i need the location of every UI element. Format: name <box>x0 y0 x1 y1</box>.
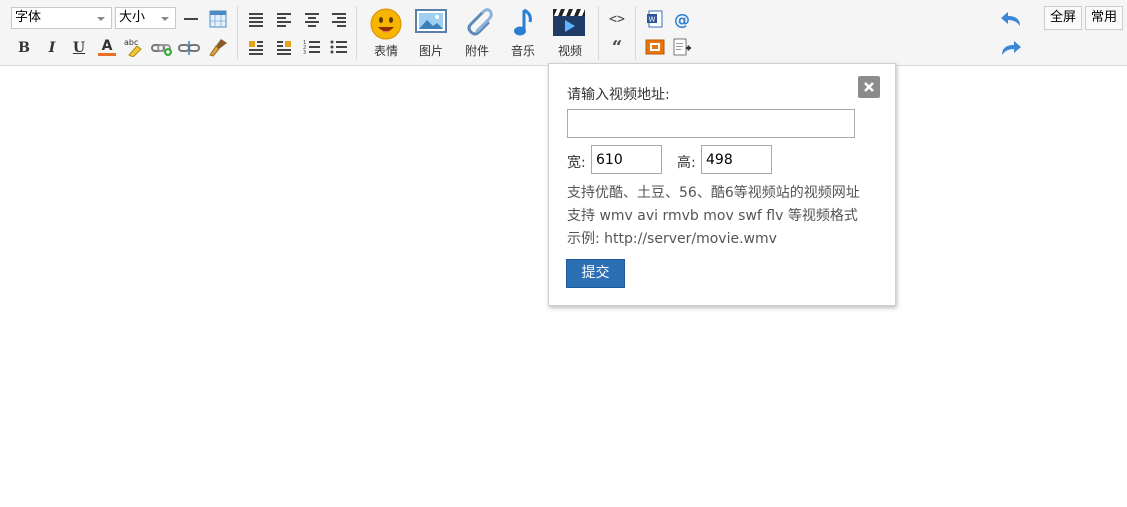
emoticon-button[interactable]: 表情 <box>364 6 408 60</box>
blockquote-button[interactable]: “ <box>606 36 628 58</box>
paste-word-button[interactable]: W <box>644 8 666 30</box>
align-center-icon <box>305 13 319 27</box>
unordered-list-icon <box>330 40 347 54</box>
align-left-button[interactable] <box>273 8 295 30</box>
video-url-prompt: 请输入视频地址: <box>567 87 670 103</box>
example-url-text: 示例: http://server/movie.wmv <box>567 231 777 247</box>
music-note-icon <box>514 8 532 36</box>
font-family-value: 字体 <box>15 10 42 25</box>
width-input[interactable] <box>591 145 662 174</box>
toolbar-separator <box>598 6 599 60</box>
clear-format-button[interactable] <box>207 36 229 58</box>
unlink-icon <box>178 41 200 55</box>
toolbar-separator <box>635 6 636 60</box>
align-right-button[interactable] <box>328 8 350 30</box>
add-page-icon <box>673 38 691 56</box>
mention-button[interactable]: @ <box>671 8 693 30</box>
flash-icon <box>645 39 665 55</box>
font-size-select[interactable]: 大小 <box>115 7 176 29</box>
redo-icon <box>1002 41 1021 55</box>
quote-icon: “ <box>611 36 623 58</box>
supported-sites-text: 支持优酷、土豆、56、酷6等视频站的视频网址 <box>567 185 860 201</box>
align-justify-button[interactable] <box>245 8 267 30</box>
table-button[interactable] <box>207 8 229 30</box>
align-right-icon <box>332 13 346 27</box>
ordered-list-button[interactable]: 123 <box>301 36 323 58</box>
music-label: 音乐 <box>510 44 535 58</box>
chevron-down-icon <box>97 17 105 21</box>
font-color-button[interactable]: A <box>96 36 118 58</box>
underline-button[interactable]: U <box>68 37 90 59</box>
height-label: 高: <box>677 155 696 171</box>
table-icon <box>209 10 227 28</box>
highlight-button[interactable]: abc <box>123 36 145 58</box>
music-button[interactable]: 音乐 <box>501 6 545 60</box>
editor-toolbar: 字体 大小 B I U A abc 1 2 3 表情 图片 附件 音乐 视频 <… <box>0 0 1127 66</box>
float-right-button[interactable] <box>273 36 295 58</box>
underline-icon: U <box>72 40 86 56</box>
highlight-marker-icon: abc <box>124 38 142 57</box>
insert-video-dialog: 请输入视频地址: 宽: 高: 支持优酷、土豆、56、酷6等视频站的视频网址 支持… <box>548 63 896 306</box>
ordered-list-icon: 123 <box>303 40 320 55</box>
align-center-button[interactable] <box>301 8 323 30</box>
close-button[interactable] <box>858 76 880 98</box>
video-clapper-icon <box>553 9 585 36</box>
supported-formats-text: 支持 wmv avi rmvb mov swf flv 等视频格式 <box>567 208 858 224</box>
source-code-button[interactable]: <> <box>606 8 628 30</box>
svg-text:abc: abc <box>124 38 138 47</box>
italic-button[interactable]: I <box>41 37 63 59</box>
image-icon <box>415 9 447 33</box>
submit-button[interactable]: 提交 <box>566 259 625 288</box>
italic-icon: I <box>48 40 56 56</box>
bold-button[interactable]: B <box>13 37 35 59</box>
link-icon <box>151 44 172 56</box>
paperclip-icon <box>467 8 493 36</box>
font-family-select[interactable]: 字体 <box>11 7 112 29</box>
redo-button[interactable] <box>1000 37 1022 59</box>
toolbar-separator <box>356 6 357 60</box>
insert-flash-button[interactable] <box>644 36 666 58</box>
brush-icon <box>209 39 227 57</box>
float-right-icon <box>277 41 291 55</box>
video-button[interactable]: 视频 <box>548 6 592 60</box>
unlink-button[interactable] <box>178 37 200 59</box>
align-left-icon <box>277 13 291 27</box>
fullscreen-button[interactable]: 全屏 <box>1044 6 1082 30</box>
attachment-button[interactable]: 附件 <box>455 6 499 60</box>
emoticon-label: 表情 <box>373 44 398 58</box>
word-document-icon: W <box>647 10 663 28</box>
svg-text:3: 3 <box>303 50 306 55</box>
toolbar-separator <box>237 6 238 60</box>
smiley-icon <box>370 8 402 40</box>
video-url-input[interactable] <box>567 109 855 138</box>
bold-icon: B <box>18 40 30 56</box>
image-button[interactable]: 图片 <box>409 6 453 60</box>
undo-icon <box>1001 12 1020 26</box>
width-label: 宽: <box>567 155 586 171</box>
undo-button[interactable] <box>1000 8 1022 30</box>
code-icon: <> <box>609 11 625 27</box>
attachment-label: 附件 <box>464 44 489 58</box>
align-justify-icon <box>249 13 263 27</box>
common-mode-button[interactable]: 常用 <box>1085 6 1123 30</box>
chevron-down-icon <box>161 17 169 21</box>
insert-link-button[interactable] <box>151 37 173 59</box>
height-input[interactable] <box>701 145 772 174</box>
font-color-swatch <box>98 52 116 56</box>
float-left-icon <box>249 41 263 55</box>
font-color-icon: A <box>101 37 113 54</box>
image-label: 图片 <box>418 44 443 58</box>
at-icon: @ <box>674 9 690 29</box>
video-label: 视频 <box>557 44 582 58</box>
float-left-button[interactable] <box>245 36 267 58</box>
svg-text:W: W <box>649 16 656 24</box>
font-size-value: 大小 <box>119 10 146 25</box>
insert-page-button[interactable] <box>671 36 693 58</box>
horizontal-rule-button[interactable] <box>180 8 202 30</box>
unordered-list-button[interactable] <box>328 36 350 58</box>
close-icon <box>864 82 874 92</box>
horizontal-rule-icon <box>184 18 198 20</box>
